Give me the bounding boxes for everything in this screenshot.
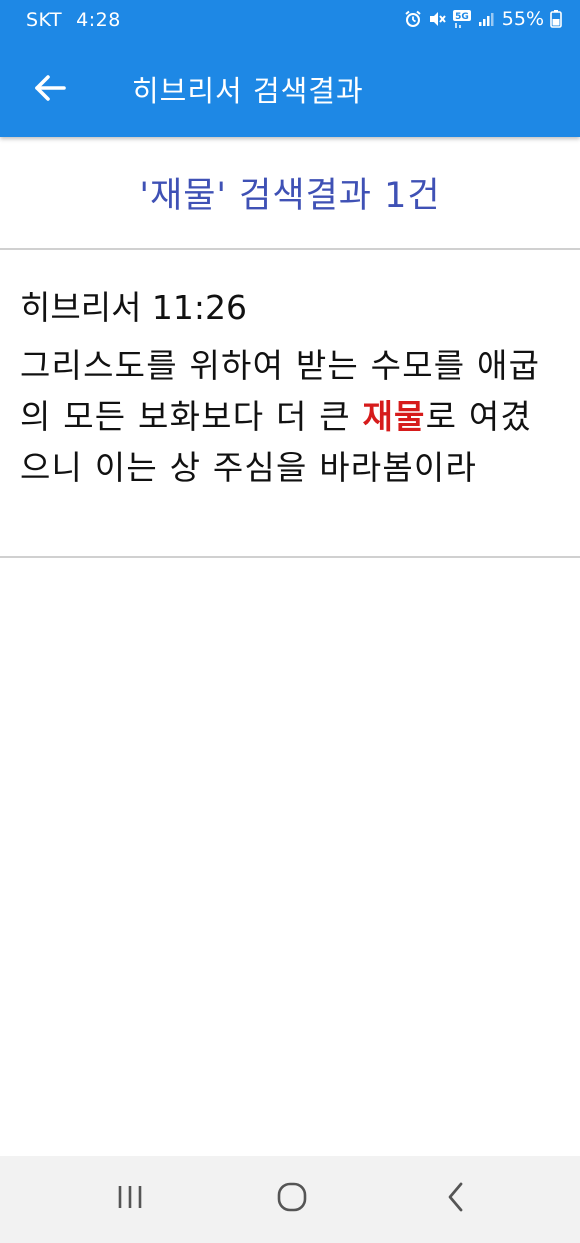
chevron-left-icon [444,1181,468,1217]
search-result-summary: '재물' 검색결과 1건 [0,137,580,250]
search-keyword-highlight: 재물 [362,397,426,436]
arrow-left-icon [33,73,67,107]
clock: 4:28 [76,9,121,31]
top-bar: SKT 4:28 5G 55% 히브리서 검색결과 [0,0,580,137]
page-title: 히브리서 검색결과 [132,74,364,108]
app-bar: 히브리서 검색결과 [0,40,580,137]
list-item[interactable]: 히브리서 11:26 그리스도를 위하여 받는 수모를 애굽의 모든 보화보다 … [0,250,580,558]
status-bar: SKT 4:28 5G 55% [0,0,580,40]
network-5g-icon: 5G [452,9,472,29]
verse-text: 그리스도를 위하여 받는 수모를 애굽의 모든 보화보다 더 큰 재물로 여겼으… [20,340,560,493]
verse-reference: 히브리서 11:26 [20,288,248,327]
recent-apps-button[interactable] [100,1176,160,1222]
system-back-button[interactable] [426,1176,486,1222]
home-icon [275,1180,309,1218]
recent-apps-icon [114,1183,146,1215]
system-navigation-bar [0,1156,580,1243]
signal-icon [478,11,494,27]
status-left: SKT 4:28 [26,9,121,31]
battery-percent: 55% [501,8,544,30]
home-button[interactable] [262,1176,322,1222]
status-right: 5G 55% [404,8,562,30]
battery-icon [550,10,562,28]
back-button[interactable] [24,64,76,116]
alarm-icon [404,10,422,28]
carrier-label: SKT [26,9,63,31]
network-type-label: 5G [455,12,469,22]
mute-icon [428,10,446,28]
